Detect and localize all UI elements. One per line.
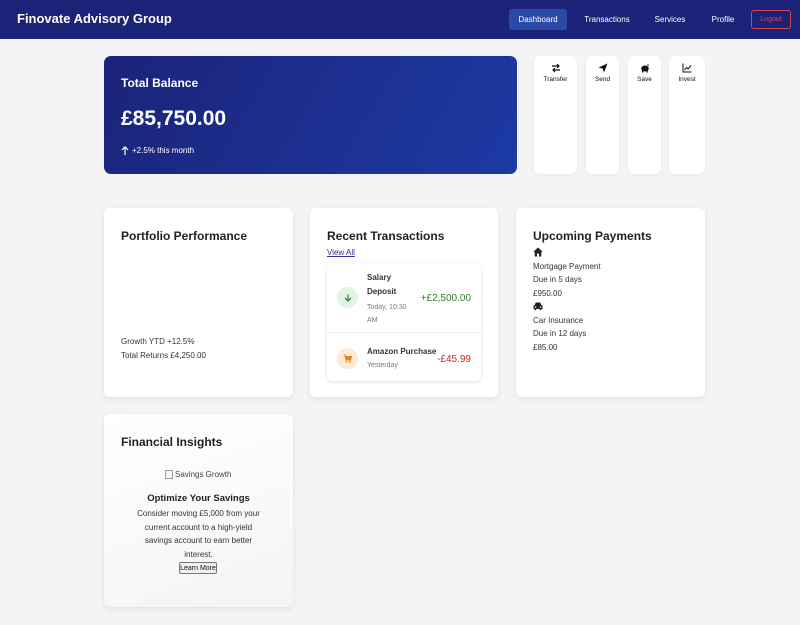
payment-name: Car Insurance [533,316,584,325]
image-alt-text: Savings Growth [175,470,232,479]
transaction-row[interactable]: Amazon Purchase Yesterday -£45.99 [327,333,481,381]
nav-dashboard[interactable]: Dashboard [509,9,567,30]
portfolio-performance-card: Portfolio Performance Growth YTD +12.5% … [104,208,293,397]
insights-title: Financial Insights [121,435,223,449]
learn-more-button[interactable]: Learn More [179,562,217,574]
transaction-row[interactable]: Salary Deposit Today, 10:30 AM +£2,500.0… [327,263,481,333]
portfolio-title: Portfolio Performance [121,229,248,243]
payments-title: Upcoming Payments [533,229,652,243]
transaction-name: Amazon Purchase [367,347,437,356]
transaction-list: Salary Deposit Today, 10:30 AM +£2,500.0… [327,263,481,381]
broken-image-icon [165,470,173,479]
invest-button[interactable]: Invest [669,56,705,174]
nav-profile[interactable]: Profile [704,9,742,30]
arrow-down-icon [337,287,358,308]
payment-amount: £950.00 [533,289,562,298]
insight-body: Consider moving £5,000 from your current… [137,509,260,559]
insight-heading: Optimize Your Savings [147,493,250,504]
balance-label: Total Balance [121,76,199,90]
savings-growth-image: Savings Growth [165,470,231,479]
payment-due: Due in 5 days [533,275,582,284]
transfer-button[interactable]: Transfer [534,56,577,174]
transaction-amount: +£2,500.00 [420,293,471,304]
total-balance-card: Total Balance £85,750.00 +2.5% this mont… [104,56,517,174]
payment-name: Mortgage Payment [533,262,601,271]
transaction-time: Today, 10:30 AM [367,304,407,324]
payment-due: Due in 12 days [533,329,587,338]
balance-change: +2.5% this month [121,146,194,155]
save-button[interactable]: Save [628,56,661,174]
nav-transactions[interactable]: Transactions [577,9,637,30]
recent-transactions-card: Recent Transactions View All Salary Depo… [310,208,498,397]
financial-insights-card: Financial Insights Savings Growth Optimi… [104,414,293,607]
transfer-label: Transfer [543,76,568,83]
chart-icon [682,63,692,73]
transfer-icon [551,63,560,73]
home-icon [533,247,543,257]
send-button[interactable]: Send [586,56,619,174]
growth-ytd: Growth YTD +12.5% [121,337,195,346]
send-icon [598,63,607,73]
logout-button[interactable]: Logout [751,10,791,29]
save-label: Save [637,76,652,83]
transactions-title: Recent Transactions [327,229,445,243]
upcoming-payments-card: Upcoming Payments Mortgage Payment Due i… [516,208,705,397]
balance-change-text: +2.5% this month [132,146,195,155]
transaction-time: Yesterday [367,362,398,369]
transaction-amount: -£45.99 [437,354,471,365]
top-navigation-bar: Finovate Advisory Group Dashboard Transa… [0,0,800,39]
brand-name: Finovate Advisory Group [17,11,172,26]
balance-amount: £85,750.00 [121,107,227,130]
view-all-link[interactable]: View All [327,248,355,257]
payment-amount: £85.00 [533,343,558,352]
car-icon [533,302,543,311]
invest-label: Invest [678,76,696,83]
cart-icon [337,348,358,369]
send-label: Send [594,76,611,83]
total-returns: Total Returns £4,250.00 [121,351,206,360]
piggy-bank-icon [640,64,649,73]
nav-services[interactable]: Services [647,9,693,30]
transaction-name: Salary Deposit [367,273,397,296]
arrow-up-icon [121,146,129,155]
